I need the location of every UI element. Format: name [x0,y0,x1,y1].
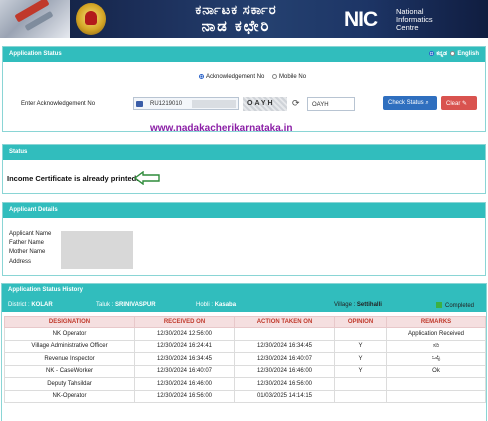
clear-button[interactable]: Clear ✎ [441,96,477,110]
col-remarks: REMARKS [386,316,486,328]
search-icon: ⌕ [425,100,429,106]
table-row: NK - CaseWorker 12/30/2024 16:40:07 12/30/… [4,364,486,378]
captcha-input[interactable]: OAYH [307,97,355,111]
ack-no-label: Acknowledgement No [206,74,265,80]
applicant-name-label: Applicant Name [9,231,52,237]
hobli-value: Kasaba [214,302,237,308]
site-header: ಕರ್ನಾಟಕ ಸರ್ಕಾರ ನಾಡ ಕಛೇರಿ NIC National In… [0,0,488,38]
nic-name: National Informatics Centre [396,7,433,32]
ack-label: Enter Acknowledgement No [21,101,96,107]
application-status-panel: Application Status ಕನ್ನಡ English Acknowl… [2,46,486,132]
arrow-left-icon [133,171,160,185]
table-row: NK Operator 12/30/2024 12:56:00 Applicatio… [4,327,486,341]
language-switch: ಕನ್ನಡ English [429,51,479,58]
id-card-icon [136,101,143,107]
taluk-value: SRINIVASPUR [115,302,156,308]
eraser-icon: ✎ [462,101,468,107]
status-message: Income Certificate is already printed. [7,174,139,183]
application-status-heading: Application Status ಕನ್ನಡ English [3,47,485,62]
header-title-line1: ಕರ್ನಾಟಕ ಸರ್ಕಾರ [195,2,277,17]
lang-english-label[interactable]: English [457,51,479,57]
completed-legend-icon [436,302,442,308]
table-row: Village Administrative Officer 12/30/2024… [4,339,486,353]
applicant-details-panel: Applicant Details Applicant Name Father … [2,202,486,276]
redacted-details [61,231,133,269]
status-panel: Status Income Certificate is already pri… [2,144,486,194]
father-name-label: Father Name [9,240,45,246]
header-title-line2: ನಾಡ ಕಛೇರಿ [201,18,271,35]
table-row: Deputy Tahsildar 12/30/2024 16:46:00 12/30… [4,377,486,391]
karnataka-emblem-icon [76,3,106,35]
location-info: District : KOLAR Taluk : SRINIVASPUR Hob… [8,302,475,309]
ack-no-radio[interactable] [199,74,204,79]
header-illustration [0,0,70,38]
district-value: KOLAR [31,302,53,308]
search-type-options: Acknowledgement No Mobile No [199,74,312,80]
applicant-details-heading: Applicant Details [3,203,485,218]
table-row: NK-Operator 12/30/2024 16:56:00 01/03/2025… [4,389,486,403]
redacted-mask [192,100,236,108]
col-received-on: RECEIVED ON [134,316,235,328]
mobile-no-radio[interactable] [272,74,278,79]
status-history-table: DESIGNATION RECEIVED ON ACTION TAKEN ON … [4,316,486,403]
col-designation: DESIGNATION [4,316,135,328]
site-watermark: www.nadakacherikarnataka.in [150,123,293,134]
table-row: Revenue Inspector 12/30/2024 16:34:45 12/3… [4,352,486,366]
check-status-button[interactable]: Check Status ⌕ [383,96,437,110]
ack-number-input[interactable]: RU1219010 [133,97,239,110]
lang-kannada-label[interactable]: ಕನ್ನಡ [436,51,447,57]
col-action-taken-on: ACTION TAKEN ON [234,316,335,328]
refresh-captcha-icon[interactable]: ⟳ [292,98,300,109]
col-opinion: OPINION [334,316,387,328]
status-heading: Status [3,145,485,160]
mobile-no-label: Mobile No [279,74,307,80]
kannada-radio[interactable] [429,51,435,56]
completed-label: Completed [445,303,475,309]
village-value: Settihalli [356,302,382,308]
english-radio[interactable] [450,51,456,56]
history-panel: Application Status History District : KO… [1,283,487,421]
mother-name-label: Mother Name [9,249,46,255]
address-label: Address [9,259,32,265]
captcha-image: OAYH [243,97,287,111]
nic-logo: NIC [344,8,378,31]
